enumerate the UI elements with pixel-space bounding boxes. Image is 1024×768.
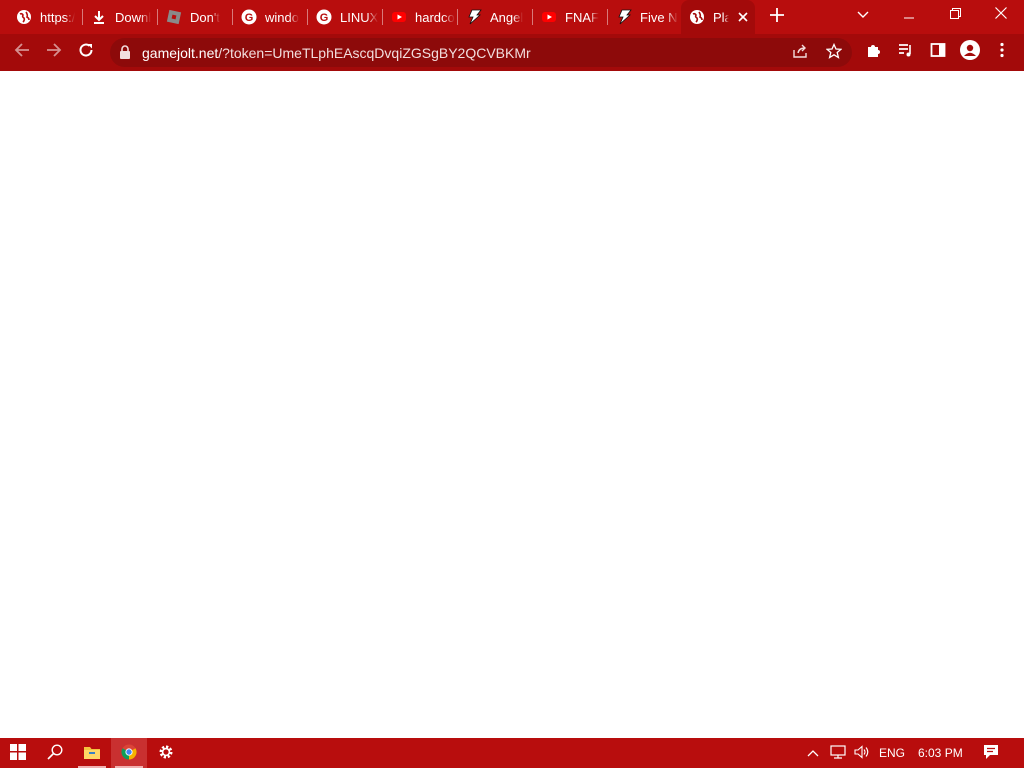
search-icon <box>47 743 63 763</box>
network-button[interactable] <box>826 738 850 768</box>
google-icon: G <box>316 9 332 25</box>
show-hidden-icons-button[interactable] <box>801 738 825 768</box>
url-path: /?token=UmeTLphEAscqDvqiZGSgBY2QCVBKMr <box>218 45 531 61</box>
minimize-button[interactable] <box>886 0 932 30</box>
restore-icon <box>949 6 961 24</box>
address-bar[interactable]: gamejolt.net/?token=UmeTLphEAscqDvqiZGSg… <box>110 38 852 67</box>
tab-title: FNAF <box>565 9 599 25</box>
tab-title: LINUX <box>340 9 379 25</box>
network-icon <box>830 744 846 762</box>
download-icon <box>91 9 107 25</box>
share-icon <box>792 43 808 64</box>
language-indicator[interactable]: ENG <box>879 746 905 760</box>
volume-icon <box>854 744 870 762</box>
chrome-button[interactable] <box>111 738 147 768</box>
side-panel-button[interactable] <box>924 38 952 66</box>
back-button[interactable] <box>8 38 36 66</box>
share-button[interactable] <box>788 41 812 65</box>
close-tab-icon[interactable] <box>735 9 751 25</box>
tab-3[interactable]: Don't <box>158 0 230 34</box>
chrome-icon <box>121 744 137 763</box>
lock-icon[interactable] <box>119 45 131 65</box>
clock[interactable]: 6:03 PM <box>918 746 963 760</box>
close-icon <box>995 6 1007 24</box>
youtube-icon <box>391 9 407 25</box>
file-explorer-icon <box>83 744 101 763</box>
tab-9[interactable]: Five N <box>608 0 680 34</box>
back-arrow-icon <box>14 42 30 63</box>
forward-arrow-icon <box>46 42 62 63</box>
tab-title: Five N <box>640 9 678 25</box>
reload-icon <box>78 42 94 63</box>
settings-button[interactable] <box>148 738 184 768</box>
reload-button[interactable] <box>72 38 100 66</box>
taskbar: ENG 6:03 PM <box>0 738 1024 768</box>
chevron-up-icon <box>807 746 819 760</box>
start-button[interactable] <box>0 738 36 768</box>
forward-button[interactable] <box>40 38 68 66</box>
menu-button[interactable] <box>988 38 1016 66</box>
volume-button[interactable] <box>850 738 874 768</box>
tab-title: Downl <box>115 9 152 25</box>
tab-title: hardco <box>415 9 455 25</box>
tab-7[interactable]: Angel <box>458 0 530 34</box>
gamejolt-icon <box>466 9 482 25</box>
more-vert-icon <box>1000 42 1004 63</box>
tab-10-active[interactable]: Pla <box>681 0 755 34</box>
tab-strip: https:/ Downl Don't G windo G LINUX hard… <box>0 0 1024 34</box>
extensions-button[interactable] <box>860 38 888 66</box>
file-explorer-button[interactable] <box>74 738 110 768</box>
browser-toolbar: gamejolt.net/?token=UmeTLphEAscqDvqiZGSg… <box>0 34 1024 71</box>
search-button[interactable] <box>37 738 73 768</box>
tab-5[interactable]: G LINUX <box>308 0 380 34</box>
svg-text:G: G <box>320 12 329 24</box>
globe-icon <box>689 9 705 25</box>
plus-icon <box>770 7 784 27</box>
start-icon <box>10 743 26 763</box>
action-center-button[interactable] <box>976 738 1006 768</box>
restore-button[interactable] <box>932 0 978 30</box>
gamejolt-icon <box>616 9 632 25</box>
tab-title: Don't <box>190 9 220 25</box>
bookmark-button[interactable] <box>822 41 846 65</box>
profile-button[interactable] <box>956 38 984 66</box>
globe-icon <box>16 9 32 25</box>
new-tab-button[interactable] <box>766 6 788 28</box>
tab-search-button[interactable] <box>840 0 886 30</box>
puzzle-icon <box>866 42 882 63</box>
tab-4[interactable]: G windo <box>233 0 305 34</box>
youtube-icon <box>541 9 557 25</box>
star-icon <box>825 42 843 64</box>
url-host: gamejolt.net <box>142 45 219 61</box>
minimize-icon <box>904 6 914 24</box>
tab-title: windo <box>265 9 299 25</box>
roblox-icon <box>166 9 182 25</box>
avatar-icon <box>960 39 980 65</box>
tab-search-icon <box>857 6 869 24</box>
media-controls-button[interactable] <box>892 38 920 66</box>
tab-8[interactable]: FNAF <box>533 0 605 34</box>
tab-title: https:/ <box>40 9 76 25</box>
side-panel-icon <box>930 42 946 63</box>
url-text[interactable]: gamejolt.net/?token=UmeTLphEAscqDvqiZGSg… <box>142 45 531 61</box>
google-icon: G <box>241 9 257 25</box>
tab-2[interactable]: Downl <box>83 0 155 34</box>
tab-title: Pla <box>713 9 729 25</box>
svg-text:G: G <box>245 12 254 24</box>
page-content[interactable] <box>0 71 1024 738</box>
tab-1[interactable]: https:/ <box>8 0 80 34</box>
media-queue-icon <box>898 42 914 63</box>
settings-icon <box>158 744 174 763</box>
tab-title: Angel <box>490 9 524 25</box>
tab-6[interactable]: hardco <box>383 0 455 34</box>
notification-icon <box>983 744 999 763</box>
close-window-button[interactable] <box>978 0 1024 30</box>
